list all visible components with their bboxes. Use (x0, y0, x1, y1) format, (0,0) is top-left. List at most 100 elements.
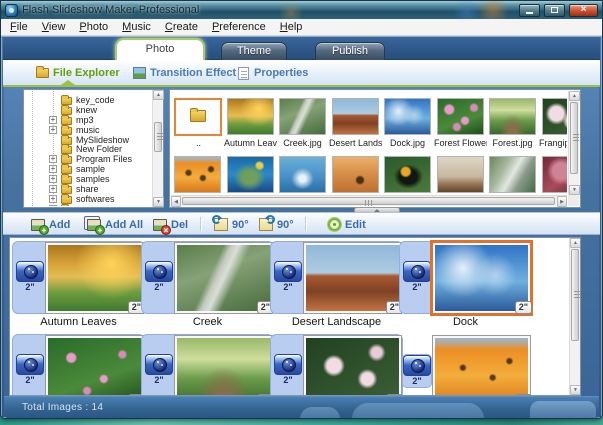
thumbnail[interactable] (332, 98, 379, 135)
statusbar-decoration (352, 403, 484, 418)
rotate-right-button[interactable]: 90° (259, 215, 294, 233)
transition-button[interactable]: 2" (402, 261, 432, 292)
expand-icon[interactable] (49, 125, 57, 134)
scroll-up-icon[interactable]: ▲ (153, 90, 164, 100)
expand-icon[interactable] (49, 155, 57, 164)
expand-icon[interactable] (49, 115, 57, 124)
rotate-left-button[interactable]: 90° (212, 215, 249, 233)
slide-photo[interactable]: 2" (46, 336, 145, 395)
expand-icon[interactable] (49, 165, 57, 174)
scroll-down-icon[interactable]: ▼ (569, 185, 580, 195)
slide-item[interactable]: 2" 2" (141, 334, 274, 395)
menu-view[interactable]: View (35, 20, 73, 34)
scrollbar-thumb[interactable] (182, 197, 555, 206)
thumbnail[interactable] (542, 156, 567, 193)
add-all-button[interactable]: + Add All (87, 216, 143, 235)
tree-item[interactable]: svn (25, 203, 151, 206)
slide-photo[interactable]: 2" (433, 336, 532, 395)
slide-item[interactable]: 2" 2" (12, 241, 145, 314)
expand-icon[interactable] (49, 185, 57, 194)
tree-item[interactable]: share (25, 184, 151, 195)
slide-photo[interactable]: 2" (46, 243, 145, 314)
tree-item[interactable]: samples (25, 174, 151, 185)
tree-item[interactable]: MySlideshow (25, 134, 151, 145)
title-bar[interactable]: Flash Slideshow Maker Professional × (1, 1, 602, 19)
thumbnail[interactable] (174, 156, 221, 193)
slide-item[interactable]: 2" 2" (141, 241, 274, 314)
thumbnail[interactable] (279, 98, 326, 135)
thumbnail[interactable] (279, 156, 326, 193)
transition-button[interactable]: 2" (144, 354, 174, 385)
thumbnail[interactable] (227, 98, 274, 135)
delete-button[interactable]: × Del (153, 216, 188, 235)
thumbnail[interactable] (437, 98, 484, 135)
menu-create[interactable]: Create (158, 20, 205, 34)
scroll-right-icon[interactable]: ▶ (557, 196, 567, 207)
tree-item[interactable]: softwares (25, 193, 151, 204)
thumbnail[interactable] (332, 156, 379, 193)
tree-item[interactable]: music (25, 124, 151, 135)
thumbnail[interactable] (384, 98, 431, 135)
scrollbar-thumb[interactable] (154, 122, 163, 152)
subtab-file-explorer[interactable]: File Explorer (53, 67, 120, 79)
tree-item[interactable]: key_code (25, 95, 151, 105)
transition-button[interactable]: 2" (15, 354, 45, 385)
tab-publish[interactable]: Publish (315, 42, 385, 60)
browser-horizontal-scrollbar[interactable]: ◀ ▶ (171, 195, 567, 207)
menu-file[interactable]: File (3, 20, 35, 34)
menu-preference[interactable]: Preference (205, 20, 273, 34)
thumbnail[interactable] (437, 156, 484, 193)
transition-button[interactable]: 2" (273, 261, 303, 292)
slides-vertical-scrollbar[interactable]: ▲ ▼ (569, 238, 580, 395)
transition-button[interactable]: 2" (144, 261, 174, 292)
menu-photo[interactable]: Photo (72, 20, 115, 34)
tree-item[interactable]: sample (25, 164, 151, 175)
slide-photo[interactable]: 2" (304, 336, 403, 395)
thumbnail[interactable] (489, 156, 536, 193)
tree-item[interactable]: New Folder (25, 144, 151, 155)
browser-vertical-scrollbar[interactable]: ▲ ▼ (568, 91, 580, 195)
tree-item[interactable]: mp3 (25, 114, 151, 125)
slide-photo[interactable]: 2" (175, 336, 274, 395)
scroll-left-icon[interactable]: ◀ (171, 196, 181, 207)
tree-vertical-scrollbar[interactable]: ▲ ▼ (152, 90, 164, 207)
menu-help[interactable]: Help (273, 20, 310, 34)
expand-icon[interactable] (49, 204, 57, 206)
tab-photo[interactable]: Photo (115, 38, 205, 60)
tree-item[interactable]: knew (25, 104, 151, 115)
thumbnail[interactable] (384, 156, 431, 193)
add-button[interactable]: + Add (31, 216, 70, 235)
expand-icon[interactable] (49, 175, 57, 184)
edit-button[interactable]: Edit (328, 216, 366, 233)
slide-item-selected[interactable]: 2" 2" (399, 241, 532, 314)
slide-item[interactable]: 2" 2" (399, 334, 532, 395)
thumbnail[interactable] (542, 98, 567, 135)
tree-item[interactable]: Program Files (25, 154, 151, 165)
transition-button[interactable]: 2" (15, 261, 45, 292)
subtab-properties[interactable]: Properties (254, 67, 308, 79)
maximize-button[interactable] (544, 3, 565, 17)
transition-button[interactable]: 2" (402, 354, 432, 388)
thumbnail[interactable] (227, 156, 274, 193)
scrollbar-thumb[interactable] (570, 102, 579, 174)
scrollbar-thumb[interactable] (571, 249, 580, 341)
transition-button[interactable]: 2" (273, 354, 303, 385)
scroll-up-icon[interactable]: ▲ (569, 91, 580, 101)
scroll-up-icon[interactable]: ▲ (570, 238, 580, 248)
menu-music[interactable]: Music (115, 20, 158, 34)
slide-photo[interactable]: 2" (175, 243, 274, 314)
slide-item[interactable]: 2" 2" (270, 241, 403, 314)
expand-icon[interactable] (49, 194, 57, 203)
subtab-transition-effect[interactable]: Transition Effect (150, 67, 236, 79)
close-button[interactable]: × (569, 3, 598, 17)
scroll-down-icon[interactable]: ▼ (153, 197, 164, 207)
scroll-down-icon[interactable]: ▼ (570, 385, 580, 395)
slide-photo[interactable]: 2" (304, 243, 403, 314)
slide-item[interactable]: 2" 2" (12, 334, 145, 395)
thumbnail[interactable] (489, 98, 536, 135)
slide-item[interactable]: 2" 2" (270, 334, 403, 395)
thumbnail-parent-folder[interactable] (174, 98, 222, 136)
minimize-button[interactable] (519, 3, 540, 17)
slide-photo[interactable]: 2" (433, 243, 532, 314)
tab-theme[interactable]: Theme (221, 42, 287, 60)
